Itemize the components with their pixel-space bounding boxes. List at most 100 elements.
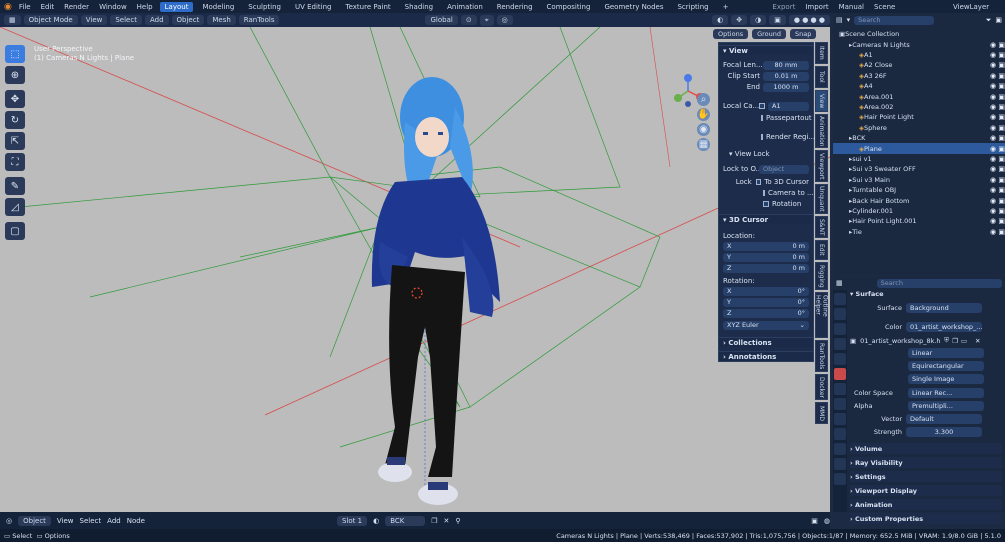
volume-panel-header[interactable]: › Volume bbox=[850, 443, 1002, 454]
snap-button[interactable]: Snap bbox=[790, 29, 817, 39]
unlink-close-icon[interactable]: ✕ bbox=[975, 337, 980, 345]
3d-viewport[interactable]: User Perspective (1) Cameras N Lights | … bbox=[0, 27, 830, 512]
camera-to-view-checkbox[interactable] bbox=[763, 190, 765, 196]
export-button[interactable]: Export bbox=[769, 3, 798, 11]
orientation-selector[interactable]: Global bbox=[425, 15, 458, 25]
tab-tool[interactable]: Tool bbox=[815, 66, 828, 88]
outliner-item[interactable]: ▸ Sui v3 Main ◉ ▣ bbox=[833, 175, 1005, 185]
tab-modeling[interactable]: Modeling bbox=[197, 2, 239, 12]
view-lock-header[interactable]: ▾ View Lock bbox=[723, 149, 809, 159]
node-menu-view[interactable]: View bbox=[57, 517, 74, 525]
filter-icon[interactable]: ▾ bbox=[847, 16, 851, 24]
outliner-item[interactable]: ▸ BCK ◉ ▣ bbox=[833, 133, 1005, 143]
cursor-rot-z-field[interactable]: Z 0° bbox=[723, 308, 809, 318]
blender-logo-icon[interactable]: ◉ bbox=[4, 2, 12, 12]
tab-animation[interactable]: Animation bbox=[442, 2, 488, 12]
color-space-select[interactable]: Linear Rec... bbox=[908, 387, 984, 398]
add-cube-tool-icon[interactable]: ▢ bbox=[5, 222, 25, 240]
visibility-eye-icon[interactable]: ◉ ▣ bbox=[990, 124, 1005, 132]
annotations-section-header[interactable]: › Annotations bbox=[719, 351, 813, 361]
manual-button[interactable]: Manual bbox=[836, 3, 867, 11]
ray-visibility-panel-header[interactable]: › Ray Visibility bbox=[850, 457, 1002, 468]
visibility-eye-icon[interactable]: ◉ ▣ bbox=[990, 134, 1005, 142]
local-camera-checkbox[interactable] bbox=[759, 103, 765, 109]
world-selector[interactable]: BCK bbox=[385, 515, 426, 526]
menu-object[interactable]: Object bbox=[171, 15, 205, 25]
editor-type-button[interactable]: ▦ bbox=[4, 15, 21, 25]
gizmo-icon[interactable]: ✥ bbox=[731, 15, 748, 25]
shading-modes-icon[interactable]: ● ● ● ● bbox=[788, 15, 830, 25]
outliner-item[interactable]: ◈ A2 Close ◉ ▣ bbox=[833, 60, 1005, 70]
visibility-eye-icon[interactable]: ◉ ▣ bbox=[990, 51, 1005, 59]
menu-rantools[interactable]: RanTools bbox=[238, 15, 280, 25]
lock-rotation-checkbox[interactable] bbox=[763, 201, 769, 207]
delete-world-icon[interactable]: ✕ bbox=[444, 517, 450, 525]
object-tab-icon[interactable] bbox=[834, 398, 846, 410]
pin-icon[interactable]: ⚲ bbox=[455, 517, 460, 525]
data-tab-icon[interactable] bbox=[834, 473, 846, 485]
modifier-tab-icon[interactable] bbox=[834, 413, 846, 425]
tab-animation-side[interactable]: Animation bbox=[815, 114, 828, 148]
visibility-eye-icon[interactable]: ◉ ▣ bbox=[990, 207, 1005, 215]
viewport-display-panel-header[interactable]: › Viewport Display bbox=[850, 485, 1002, 496]
image-name-field[interactable]: 01_artist_workshop_8k.hdr bbox=[860, 337, 940, 345]
outliner-item[interactable]: ▸ Cylinder.001 ◉ ▣ bbox=[833, 206, 1005, 216]
import-button[interactable]: Import bbox=[802, 3, 831, 11]
viewlayer-selector[interactable]: ViewLayer bbox=[950, 3, 1005, 11]
render-tab-icon[interactable] bbox=[834, 308, 846, 320]
outliner-item[interactable]: ◈ Hair Point Light ◉ ▣ bbox=[833, 112, 1005, 122]
render-region-checkbox[interactable] bbox=[761, 134, 763, 140]
settings-panel-header[interactable]: › Settings bbox=[850, 471, 1002, 482]
visibility-eye-icon[interactable]: ◉ ▣ bbox=[990, 93, 1005, 101]
alpha-select[interactable]: Premultipli... bbox=[908, 400, 984, 411]
rotate-tool-icon[interactable]: ↻ bbox=[5, 111, 25, 129]
visibility-eye-icon[interactable]: ◉ ▣ bbox=[990, 176, 1005, 184]
measure-tool-icon[interactable]: ◿ bbox=[5, 198, 25, 216]
visibility-eye-icon[interactable]: ◉ ▣ bbox=[990, 197, 1005, 205]
cursor-tool-icon[interactable]: ⊕ bbox=[5, 66, 25, 84]
tab-geometry-nodes[interactable]: Geometry Nodes bbox=[599, 2, 668, 12]
tab-view[interactable]: View bbox=[815, 90, 828, 112]
color-texture-field[interactable]: 01_artist_workshop_... bbox=[906, 321, 982, 332]
mode-selector[interactable]: Object Mode bbox=[23, 15, 78, 25]
transform-tool-icon[interactable]: ⛶ bbox=[5, 153, 25, 171]
snap-icon[interactable]: ⌖ bbox=[479, 14, 494, 26]
tab-scripting[interactable]: Scripting bbox=[672, 2, 713, 12]
animation-panel-header[interactable]: › Animation bbox=[850, 499, 1002, 510]
constraints-tab-icon[interactable] bbox=[834, 458, 846, 470]
open-folder-icon[interactable]: ▭ bbox=[961, 337, 967, 345]
pivot-icon[interactable]: ⊙ bbox=[460, 15, 477, 25]
tab-rantools[interactable]: RanTools bbox=[815, 340, 828, 372]
scene-selector[interactable]: Scene bbox=[871, 3, 946, 11]
interpolation-select[interactable]: Linear bbox=[908, 347, 984, 358]
outliner-item[interactable]: ▣ Scene Collection bbox=[833, 29, 1005, 39]
snapping-icon[interactable]: ◍ bbox=[824, 517, 830, 525]
zoom-icon[interactable]: ⌕ bbox=[697, 93, 710, 106]
move-tool-icon[interactable]: ✥ bbox=[5, 90, 25, 108]
menu-mesh[interactable]: Mesh bbox=[207, 15, 236, 25]
tab-mmd[interactable]: MMD bbox=[815, 402, 828, 424]
menu-render[interactable]: Render bbox=[61, 3, 92, 11]
view-section-header[interactable]: ▾ View bbox=[719, 45, 813, 55]
tab-viewport[interactable]: Viewport bbox=[815, 150, 828, 182]
cursor-rot-y-field[interactable]: Y 0° bbox=[723, 297, 809, 307]
view-layer-tab-icon[interactable] bbox=[834, 338, 846, 350]
tab-rendering[interactable]: Rendering bbox=[492, 2, 538, 12]
editor-type-node-icon[interactable]: ◎ bbox=[6, 517, 12, 525]
properties-editor-icon[interactable]: ▦ bbox=[836, 279, 843, 287]
visibility-eye-icon[interactable]: ◉ ▣ bbox=[990, 155, 1005, 163]
visibility-eye-icon[interactable]: ◉ ▣ bbox=[990, 165, 1005, 173]
scene-tab-icon[interactable] bbox=[834, 353, 846, 365]
menu-window[interactable]: Window bbox=[96, 3, 130, 11]
tab-edit[interactable]: Edit bbox=[815, 240, 828, 260]
outliner-item[interactable]: ▸ Back Hair Bottom ◉ ▣ bbox=[833, 195, 1005, 205]
menu-edit[interactable]: Edit bbox=[38, 3, 58, 11]
tab-snt[interactable]: S&NT bbox=[815, 216, 828, 238]
node-menu-select[interactable]: Select bbox=[80, 517, 102, 525]
tab-docker[interactable]: Docker bbox=[815, 374, 828, 400]
cursor-rot-x-field[interactable]: X 0° bbox=[723, 286, 809, 296]
node-menu-add[interactable]: Add bbox=[107, 517, 121, 525]
tab-layout[interactable]: Layout bbox=[159, 1, 194, 12]
particles-tab-icon[interactable] bbox=[834, 428, 846, 440]
menu-add[interactable]: Add bbox=[144, 15, 169, 25]
